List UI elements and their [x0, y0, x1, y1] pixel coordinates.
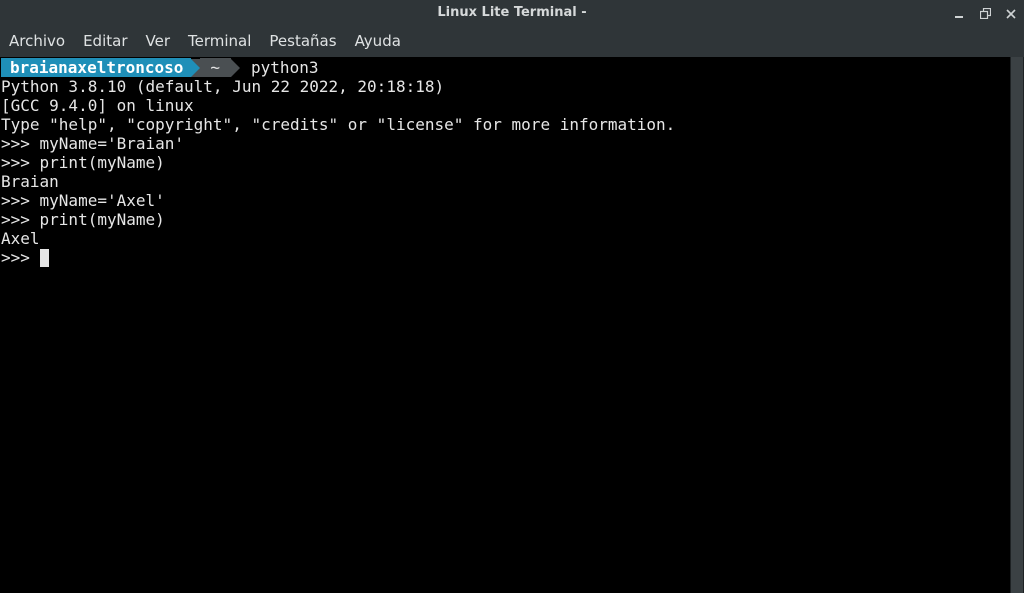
text-cursor: [39, 248, 49, 267]
shell-prompt: braianaxeltroncoso ~ python3: [1, 58, 318, 77]
window-title: Linux Lite Terminal -: [437, 5, 587, 20]
menu-editar[interactable]: Editar: [74, 27, 136, 57]
scrollbar[interactable]: [1010, 57, 1024, 593]
terminal-output[interactable]: braianaxeltroncoso ~ python3 Python 3.8.…: [0, 57, 1010, 593]
menu-ver[interactable]: Ver: [137, 27, 180, 57]
prompt-arrow-icon: [191, 58, 201, 77]
terminal-line: Type "help", "copyright", "credits" or "…: [1, 115, 676, 134]
prompt-user-segment: braianaxeltroncoso: [1, 58, 192, 77]
prompt-arrow-icon: [231, 58, 241, 77]
scrollbar-thumb[interactable]: [1011, 57, 1023, 593]
menu-ayuda[interactable]: Ayuda: [346, 27, 410, 57]
close-icon: [1006, 8, 1016, 19]
terminal-line: >>> myName='Axel': [1, 191, 165, 210]
prompt-command: python3: [251, 58, 319, 77]
python-prompt: >>>: [1, 248, 30, 267]
terminal-line: Axel: [1, 229, 40, 248]
menu-terminal[interactable]: Terminal: [179, 27, 260, 57]
close-button[interactable]: [998, 0, 1024, 27]
terminal-line: >>> print(myName): [1, 210, 165, 229]
minimize-button[interactable]: [946, 0, 972, 27]
terminal-line: >>> myName='Braian': [1, 134, 185, 153]
terminal-line: Python 3.8.10 (default, Jun 22 2022, 20:…: [1, 77, 445, 96]
current-input-line[interactable]: >>>: [1, 248, 49, 267]
menu-bar: Archivo Editar Ver Terminal Pestañas Ayu…: [0, 27, 1024, 57]
window-controls: [946, 0, 1024, 27]
minimize-icon: [955, 15, 963, 18]
terminal-line: Braian: [1, 172, 59, 191]
terminal-line: [GCC 9.4.0] on linux: [1, 96, 194, 115]
terminal-line: >>> print(myName): [1, 153, 165, 172]
maximize-button[interactable]: [972, 0, 998, 27]
prompt-dir-segment: ~: [200, 58, 232, 77]
maximize-icon: [979, 8, 991, 19]
terminal-window: Linux Lite Terminal - Archivo Editar Ver…: [0, 0, 1024, 593]
menu-archivo[interactable]: Archivo: [0, 27, 74, 57]
menu-pestanas[interactable]: Pestañas: [260, 27, 345, 57]
title-bar[interactable]: Linux Lite Terminal -: [0, 0, 1024, 27]
